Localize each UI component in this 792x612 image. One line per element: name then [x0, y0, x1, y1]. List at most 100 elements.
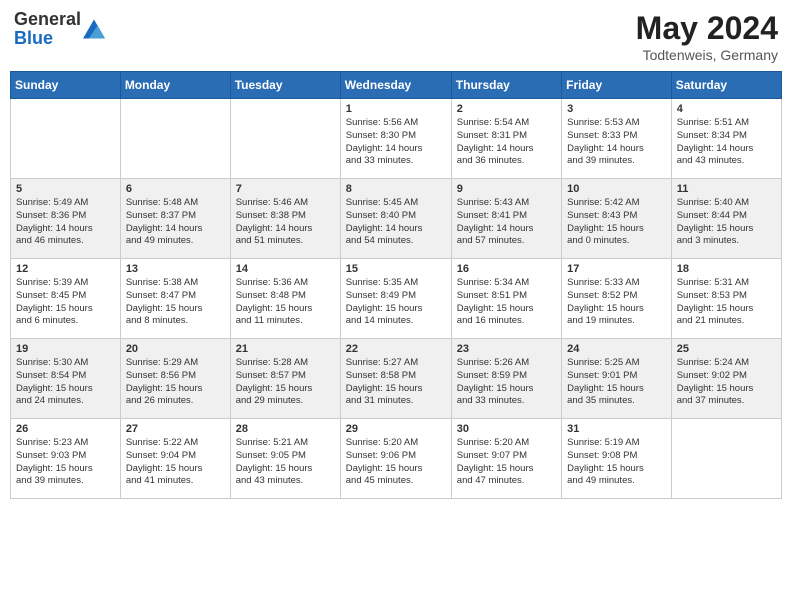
day-info-line: Sunrise: 5:34 AM	[457, 277, 556, 290]
calendar-day-22: 22Sunrise: 5:27 AMSunset: 8:58 PMDayligh…	[340, 339, 451, 419]
day-info-line: Sunset: 8:57 PM	[236, 370, 335, 383]
weekday-header-monday: Monday	[120, 72, 230, 99]
day-info-line: Sunrise: 5:48 AM	[126, 197, 225, 210]
day-info-line: Daylight: 14 hours	[346, 223, 446, 236]
day-info-line: Daylight: 15 hours	[16, 383, 115, 396]
day-info-line: and 43 minutes.	[677, 155, 776, 168]
calendar-day-6: 6Sunrise: 5:48 AMSunset: 8:37 PMDaylight…	[120, 179, 230, 259]
calendar-day-12: 12Sunrise: 5:39 AMSunset: 8:45 PMDayligh…	[11, 259, 121, 339]
day-info-line: Daylight: 15 hours	[236, 463, 335, 476]
calendar-day-3: 3Sunrise: 5:53 AMSunset: 8:33 PMDaylight…	[562, 99, 672, 179]
day-number: 17	[567, 263, 666, 275]
weekday-header-row: SundayMondayTuesdayWednesdayThursdayFrid…	[11, 72, 782, 99]
calendar-day-27: 27Sunrise: 5:22 AMSunset: 9:04 PMDayligh…	[120, 419, 230, 499]
calendar-week-row: 5Sunrise: 5:49 AMSunset: 8:36 PMDaylight…	[11, 179, 782, 259]
day-info-line: and 35 minutes.	[567, 395, 666, 408]
day-info-line: and 29 minutes.	[236, 395, 335, 408]
calendar-day-29: 29Sunrise: 5:20 AMSunset: 9:06 PMDayligh…	[340, 419, 451, 499]
day-info-line: Sunset: 8:51 PM	[457, 290, 556, 303]
day-number: 7	[236, 183, 335, 195]
day-info-line: Daylight: 14 hours	[346, 143, 446, 156]
day-info-line: and 14 minutes.	[346, 315, 446, 328]
calendar-day-9: 9Sunrise: 5:43 AMSunset: 8:41 PMDaylight…	[451, 179, 561, 259]
day-number: 8	[346, 183, 446, 195]
day-info-line: Daylight: 15 hours	[677, 223, 776, 236]
day-info-line: Sunset: 9:05 PM	[236, 450, 335, 463]
day-info-line: and 46 minutes.	[16, 235, 115, 248]
calendar-day-2: 2Sunrise: 5:54 AMSunset: 8:31 PMDaylight…	[451, 99, 561, 179]
day-info-line: Sunset: 8:54 PM	[16, 370, 115, 383]
day-info-line: Daylight: 15 hours	[16, 303, 115, 316]
day-info-line: Daylight: 15 hours	[236, 383, 335, 396]
calendar-day-21: 21Sunrise: 5:28 AMSunset: 8:57 PMDayligh…	[230, 339, 340, 419]
day-number: 2	[457, 103, 556, 115]
day-info-line: and 39 minutes.	[16, 475, 115, 488]
calendar-day-13: 13Sunrise: 5:38 AMSunset: 8:47 PMDayligh…	[120, 259, 230, 339]
day-info-line: Daylight: 15 hours	[457, 303, 556, 316]
calendar-empty-cell	[671, 419, 781, 499]
day-info-line: Sunset: 9:08 PM	[567, 450, 666, 463]
calendar-day-1: 1Sunrise: 5:56 AMSunset: 8:30 PMDaylight…	[340, 99, 451, 179]
day-info-line: Sunrise: 5:23 AM	[16, 437, 115, 450]
day-info-line: and 24 minutes.	[16, 395, 115, 408]
day-info-line: Daylight: 14 hours	[457, 223, 556, 236]
calendar-week-row: 19Sunrise: 5:30 AMSunset: 8:54 PMDayligh…	[11, 339, 782, 419]
day-info-line: Sunset: 8:36 PM	[16, 210, 115, 223]
day-info-line: Sunrise: 5:29 AM	[126, 357, 225, 370]
day-info-line: Daylight: 15 hours	[126, 383, 225, 396]
day-number: 11	[677, 183, 776, 195]
day-info-line: Daylight: 14 hours	[126, 223, 225, 236]
day-info-line: Daylight: 14 hours	[236, 223, 335, 236]
day-info-line: Sunrise: 5:24 AM	[677, 357, 776, 370]
day-info-line: Sunrise: 5:42 AM	[567, 197, 666, 210]
day-info-line: Sunrise: 5:46 AM	[236, 197, 335, 210]
day-info-line: Daylight: 14 hours	[457, 143, 556, 156]
day-info-line: Sunrise: 5:30 AM	[16, 357, 115, 370]
day-info-line: Sunset: 8:33 PM	[567, 130, 666, 143]
calendar-week-row: 26Sunrise: 5:23 AMSunset: 9:03 PMDayligh…	[11, 419, 782, 499]
day-number: 9	[457, 183, 556, 195]
calendar-day-18: 18Sunrise: 5:31 AMSunset: 8:53 PMDayligh…	[671, 259, 781, 339]
day-number: 31	[567, 423, 666, 435]
day-info-line: Sunset: 8:37 PM	[126, 210, 225, 223]
calendar-empty-cell	[120, 99, 230, 179]
day-number: 18	[677, 263, 776, 275]
day-number: 23	[457, 343, 556, 355]
day-info-line: Sunset: 8:47 PM	[126, 290, 225, 303]
day-info-line: Sunrise: 5:51 AM	[677, 117, 776, 130]
day-number: 15	[346, 263, 446, 275]
day-info-line: and 39 minutes.	[567, 155, 666, 168]
day-info-line: Sunrise: 5:19 AM	[567, 437, 666, 450]
day-info-line: Daylight: 15 hours	[677, 383, 776, 396]
calendar-empty-cell	[230, 99, 340, 179]
day-info-line: Sunrise: 5:39 AM	[16, 277, 115, 290]
day-info-line: Daylight: 15 hours	[346, 463, 446, 476]
weekday-header-thursday: Thursday	[451, 72, 561, 99]
day-info-line: Sunset: 8:53 PM	[677, 290, 776, 303]
day-info-line: Daylight: 15 hours	[346, 383, 446, 396]
day-number: 4	[677, 103, 776, 115]
logo-icon	[83, 18, 105, 40]
day-info-line: and 8 minutes.	[126, 315, 225, 328]
day-info-line: Daylight: 15 hours	[16, 463, 115, 476]
weekday-header-sunday: Sunday	[11, 72, 121, 99]
calendar-day-23: 23Sunrise: 5:26 AMSunset: 8:59 PMDayligh…	[451, 339, 561, 419]
logo-blue: Blue	[14, 28, 53, 48]
logo-general: General	[14, 9, 81, 29]
day-info-line: Sunrise: 5:36 AM	[236, 277, 335, 290]
day-info-line: Sunrise: 5:22 AM	[126, 437, 225, 450]
weekday-header-saturday: Saturday	[671, 72, 781, 99]
day-info-line: Sunset: 8:40 PM	[346, 210, 446, 223]
day-info-line: and 37 minutes.	[677, 395, 776, 408]
day-number: 19	[16, 343, 115, 355]
calendar-day-10: 10Sunrise: 5:42 AMSunset: 8:43 PMDayligh…	[562, 179, 672, 259]
calendar-day-30: 30Sunrise: 5:20 AMSunset: 9:07 PMDayligh…	[451, 419, 561, 499]
day-info-line: Sunrise: 5:49 AM	[16, 197, 115, 210]
day-number: 29	[346, 423, 446, 435]
day-info-line: Sunrise: 5:33 AM	[567, 277, 666, 290]
day-info-line: and 16 minutes.	[457, 315, 556, 328]
day-info-line: and 54 minutes.	[346, 235, 446, 248]
page-header: General Blue May 2024 Todtenweis, German…	[10, 10, 782, 63]
day-info-line: and 49 minutes.	[126, 235, 225, 248]
day-info-line: Sunset: 8:52 PM	[567, 290, 666, 303]
